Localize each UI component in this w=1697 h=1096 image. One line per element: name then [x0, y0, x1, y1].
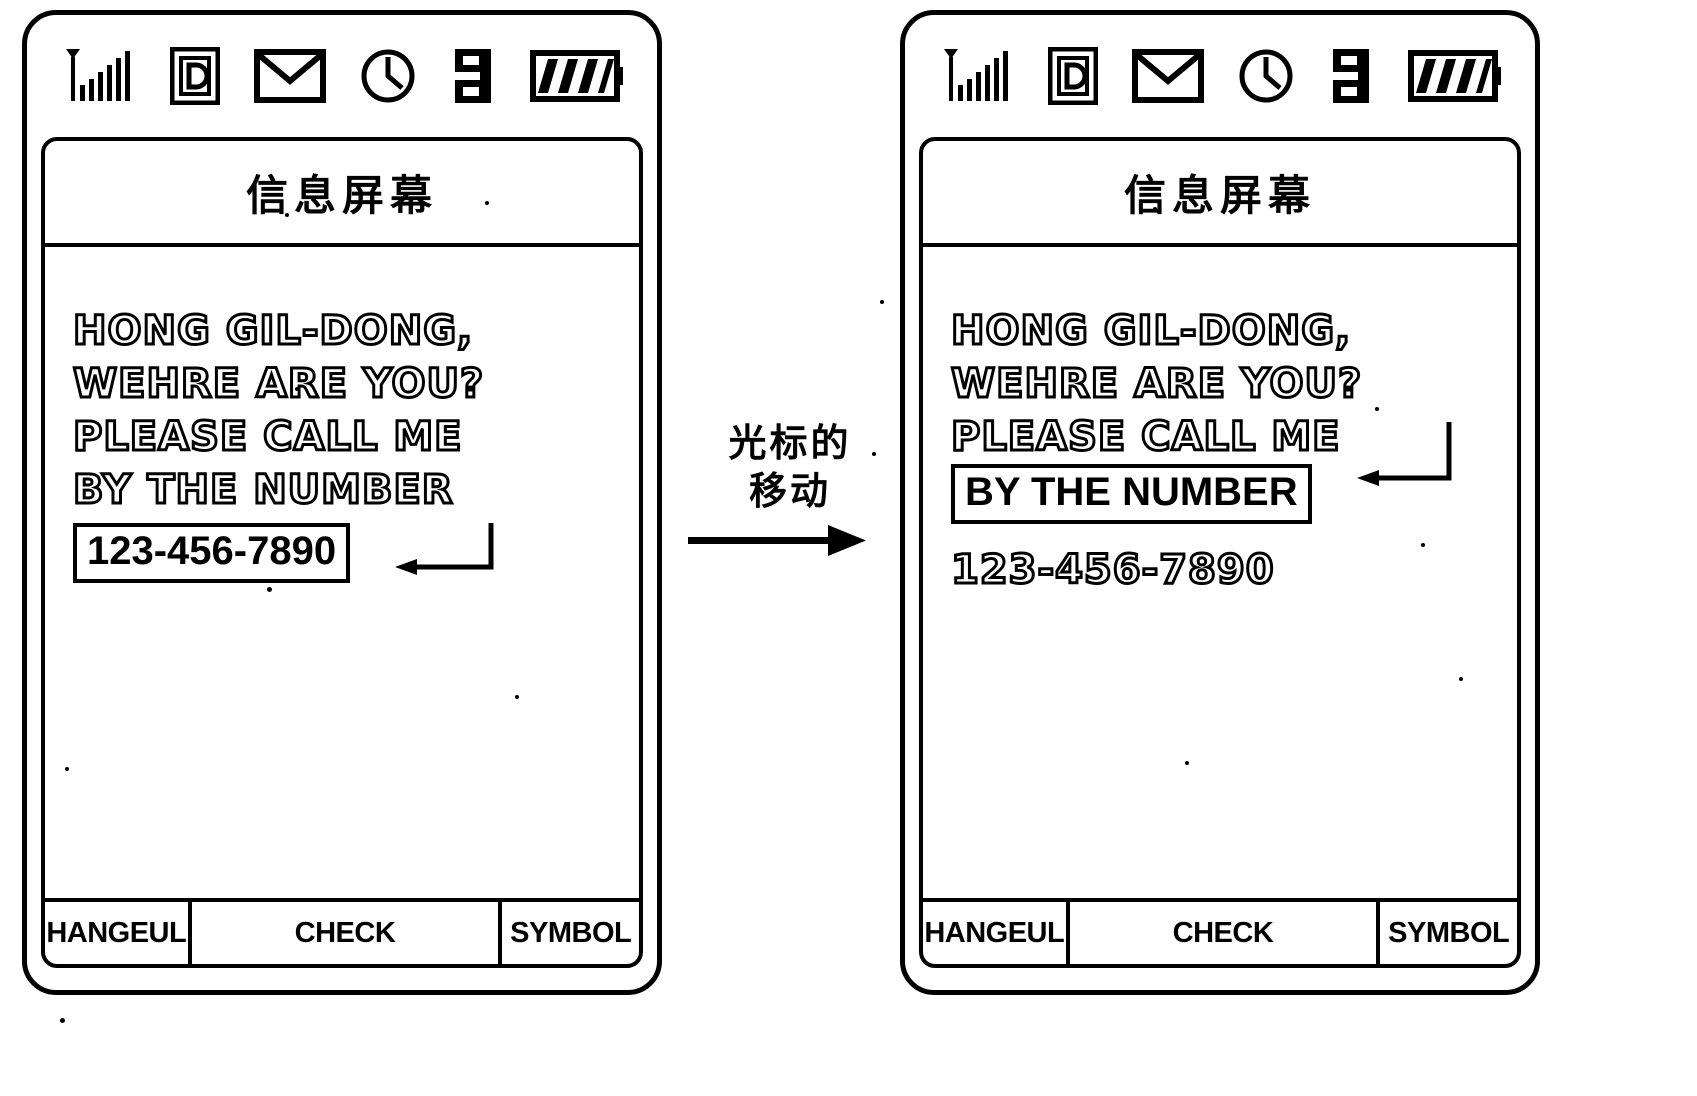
speckle: [65, 767, 69, 771]
selected-line-text: BY THE NUMBER: [965, 470, 1298, 514]
message-line: HONG GIL-DONG,: [950, 307, 1352, 356]
softkey-symbol[interactable]: SYMBOL: [502, 902, 639, 964]
message-line: PLEASE CALL ME: [72, 413, 464, 462]
speckle: [60, 1018, 65, 1023]
message-line: WEHRE ARE YOU?: [72, 360, 485, 409]
screen-left: 信息屏幕 HONG GIL-DONG, WEHRE ARE YOU? PLEAS…: [41, 137, 643, 968]
phone-number-text: 123-456-7890: [950, 546, 1276, 595]
transition-arrow-icon: [688, 525, 866, 556]
softkey-bar-left: HANGEUL CHECK SYMBOL: [45, 898, 639, 964]
speckle: [872, 452, 876, 456]
speckle: [1459, 677, 1463, 681]
phone-right: 信息屏幕 HONG GIL-DONG, WEHRE ARE YOU? PLEAS…: [900, 10, 1540, 995]
status-bar-left: [27, 37, 657, 115]
softkey-bar-right: HANGEUL CHECK SYMBOL: [923, 898, 1517, 964]
phone-number-row-left: 123-456-7890: [73, 523, 639, 593]
screen-title-left: 信息屏幕: [45, 141, 639, 247]
transition-line-2: 移动: [748, 468, 831, 513]
selected-line-row-right: BY THE NUMBER: [951, 422, 1517, 534]
screen-right: 信息屏幕 HONG GIL-DONG, WEHRE ARE YOU? PLEAS…: [919, 137, 1521, 968]
speckle: [285, 213, 289, 217]
message-line: WEHRE ARE YOU?: [950, 360, 1363, 409]
battery-icon: [530, 50, 623, 102]
message-body-right: HONG GIL-DONG, WEHRE ARE YOU? PLEASE CAL…: [923, 207, 1517, 898]
speckle: [485, 201, 489, 205]
softkey-symbol[interactable]: SYMBOL: [1380, 902, 1517, 964]
memory-card-icon: [455, 49, 491, 103]
screen-title-right: 信息屏幕: [923, 141, 1517, 247]
battery-icon: [1408, 50, 1501, 102]
cursor-arrow-icon: [1357, 422, 1452, 486]
data-d-icon: [1048, 47, 1098, 105]
signal-antenna-icon: [66, 49, 130, 101]
speckle: [880, 300, 884, 304]
speckle: [295, 387, 299, 391]
figure-canvas: 信息屏幕 HONG GIL-DONG, WEHRE ARE YOU? PLEAS…: [0, 0, 1697, 1096]
speckle: [1153, 207, 1157, 211]
cursor-arrow-icon: [395, 523, 494, 575]
clock-icon: [361, 49, 415, 103]
softkey-check[interactable]: CHECK: [187, 902, 503, 964]
status-bar-right: [905, 37, 1535, 115]
message-body-left: HONG GIL-DONG, WEHRE ARE YOU? PLEASE CAL…: [45, 201, 639, 898]
message-line: BY THE NUMBER: [72, 466, 455, 515]
transition-line-1: 光标的: [728, 421, 852, 465]
memory-card-icon: [1333, 49, 1369, 103]
selection-box-phone-number[interactable]: 123-456-7890: [73, 523, 351, 583]
clock-icon: [1239, 49, 1293, 103]
signal-antenna-icon: [944, 49, 1008, 101]
phone-left: 信息屏幕 HONG GIL-DONG, WEHRE ARE YOU? PLEAS…: [22, 10, 662, 995]
phone-number-text: 123-456-7890: [87, 529, 337, 573]
speckle: [267, 587, 272, 592]
speckle: [1421, 543, 1425, 547]
softkey-hangeul[interactable]: HANGEUL: [45, 902, 188, 964]
envelope-message-icon: [1132, 49, 1204, 103]
softkey-hangeul[interactable]: HANGEUL: [923, 902, 1066, 964]
data-d-icon: [170, 47, 220, 105]
speckle: [515, 695, 519, 699]
speckle: [1185, 761, 1189, 765]
message-line: HONG GIL-DONG,: [72, 307, 474, 356]
envelope-message-icon: [254, 49, 326, 103]
speckle: [1375, 407, 1379, 411]
softkey-check[interactable]: CHECK: [1065, 902, 1381, 964]
selection-box-by-the-number[interactable]: BY THE NUMBER: [951, 464, 1312, 524]
